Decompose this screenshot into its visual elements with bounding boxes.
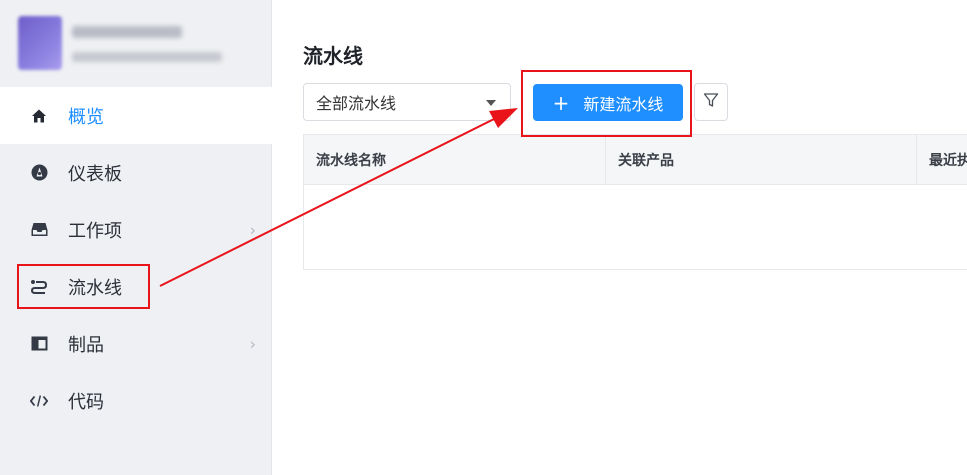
column-header-pipeline-name[interactable]: 流水线名称 xyxy=(304,135,606,185)
select-value: 全部流水线 xyxy=(316,94,397,113)
sidebar-nav: 概览 仪表板 工作项 › 流水线 制品 › 代码 xyxy=(0,87,272,429)
pipeline-filter-select[interactable]: 全部流水线 xyxy=(303,83,511,121)
sidebar-item-code[interactable]: 代码 xyxy=(0,372,272,429)
create-pipeline-label: 新建流水线 xyxy=(583,94,664,114)
page-title: 流水线 xyxy=(303,44,363,68)
filter-button[interactable] xyxy=(694,83,728,121)
sidebar-item-label: 概览 xyxy=(68,106,104,128)
sidebar-item-label: 仪表板 xyxy=(68,163,122,185)
column-header-last-run[interactable]: 最近执行 xyxy=(917,135,967,185)
avatar xyxy=(18,16,62,70)
artifact-icon xyxy=(30,335,48,353)
profile-name-blurred xyxy=(72,26,182,38)
chevron-right-icon: › xyxy=(249,220,256,239)
plus-icon: + xyxy=(552,90,570,115)
filter-icon xyxy=(703,92,719,112)
dashboard-icon xyxy=(30,164,48,182)
user-profile[interactable] xyxy=(18,16,222,70)
sidebar-item-label: 代码 xyxy=(68,391,104,413)
sidebar-item-label: 制品 xyxy=(68,334,104,356)
profile-detail-blurred xyxy=(72,52,222,62)
column-header-related-product[interactable]: 关联产品 xyxy=(606,135,917,185)
app-window: 概览 仪表板 工作项 › 流水线 制品 › 代码 流水线 全部流水线 + 新建流… xyxy=(0,0,967,475)
sidebar-item-label: 流水线 xyxy=(68,277,122,299)
caret-down-icon xyxy=(486,100,496,106)
sidebar-item-overview[interactable]: 概览 xyxy=(0,87,272,144)
home-icon xyxy=(30,107,48,125)
main-content: 流水线 全部流水线 + 新建流水线 流水线名称 关联产品 最近执行 xyxy=(273,0,967,475)
code-icon xyxy=(30,392,48,410)
chevron-right-icon: › xyxy=(249,334,256,353)
sidebar-item-label: 工作项 xyxy=(68,220,122,242)
inbox-icon xyxy=(30,221,48,239)
sidebar-item-dashboard[interactable]: 仪表板 xyxy=(0,144,272,201)
create-pipeline-button[interactable]: + 新建流水线 xyxy=(533,84,683,121)
sidebar-item-pipeline[interactable]: 流水线 xyxy=(0,258,272,315)
sidebar-item-work-items[interactable]: 工作项 › xyxy=(0,201,272,258)
sidebar-item-artifacts[interactable]: 制品 › xyxy=(0,315,272,372)
pipeline-icon xyxy=(30,278,48,296)
pipeline-table: 流水线名称 关联产品 最近执行 xyxy=(303,134,967,270)
table-header: 流水线名称 关联产品 最近执行 xyxy=(304,135,967,185)
sidebar: 概览 仪表板 工作项 › 流水线 制品 › 代码 xyxy=(0,0,272,475)
